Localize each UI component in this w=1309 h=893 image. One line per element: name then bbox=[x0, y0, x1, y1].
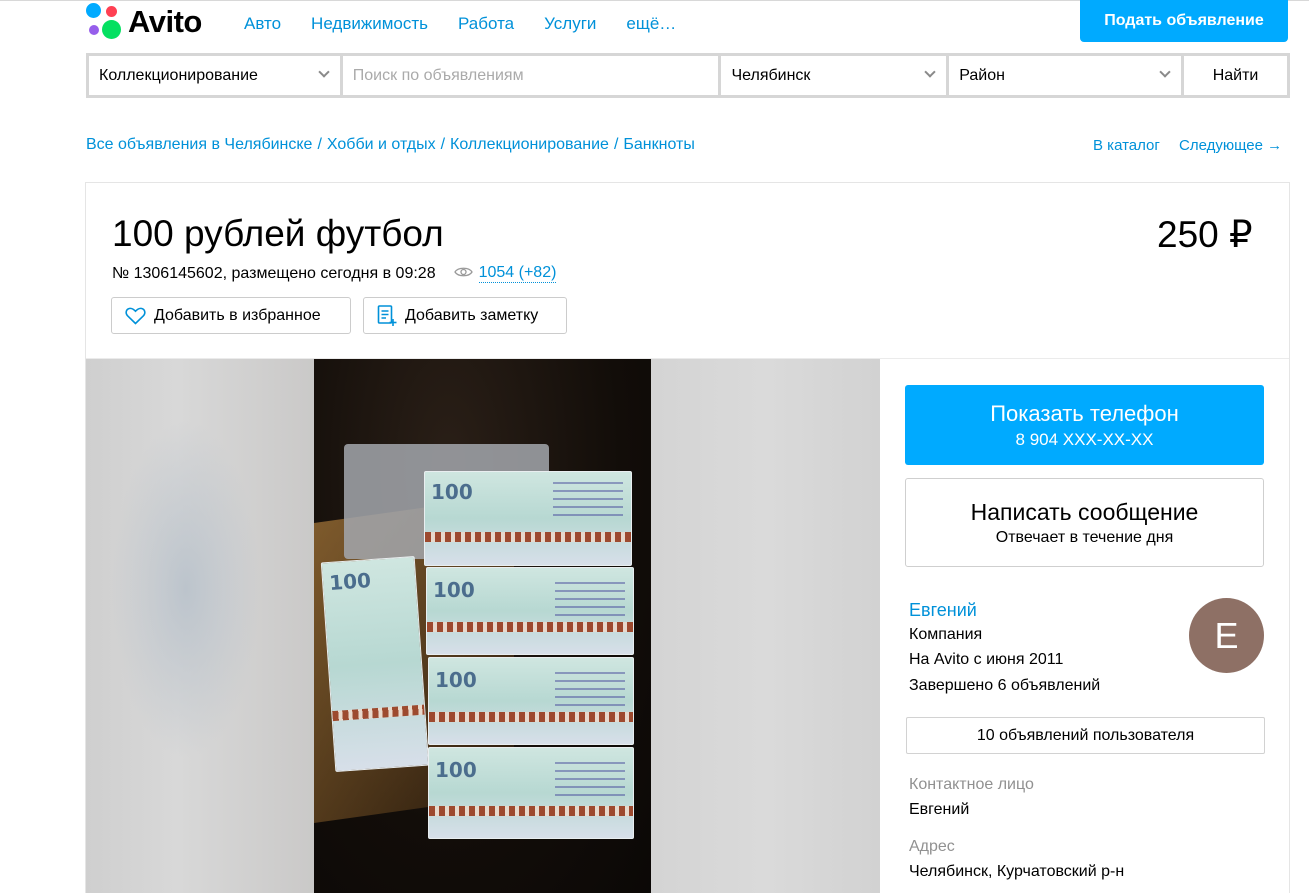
category-select-value: Коллекционирование bbox=[99, 66, 258, 84]
address-label: Адрес bbox=[909, 838, 955, 855]
show-phone-button[interactable]: Показать телефон 8 904 XXX-XX-XX bbox=[905, 385, 1264, 465]
add-to-favorites-label: Добавить в избранное bbox=[154, 306, 321, 324]
breadcrumb-separator: / bbox=[440, 136, 446, 153]
response-time: Отвечает в течение дня bbox=[995, 528, 1174, 546]
chevron-down-icon bbox=[318, 66, 330, 78]
show-phone-label: Показать телефон bbox=[990, 400, 1179, 426]
nav-link-jobs[interactable]: Работа bbox=[458, 14, 514, 34]
nav-link-auto[interactable]: Авто bbox=[244, 14, 281, 34]
search-input-placeholder: Поиск по объявлениям bbox=[352, 66, 524, 84]
banknote-single: 100 bbox=[320, 555, 430, 773]
write-message-label: Написать сообщение bbox=[970, 498, 1199, 525]
banknote-stack: 100 bbox=[424, 471, 632, 566]
banknote-stack: 100 bbox=[428, 747, 634, 839]
chevron-down-icon bbox=[1159, 66, 1171, 78]
logo-text: Avito bbox=[128, 4, 202, 39]
seller-completed: Завершено 6 объявлений bbox=[909, 677, 1101, 694]
find-button[interactable]: Найти bbox=[1184, 56, 1287, 95]
listing-meta: № 1306145602, размещено сегодня в 09:28 … bbox=[112, 264, 557, 283]
user-ads-button[interactable]: 10 объявлений пользователя bbox=[906, 717, 1265, 754]
write-message-button[interactable]: Написать сообщение Отвечает в течение дн… bbox=[905, 478, 1264, 567]
chevron-down-icon bbox=[924, 66, 936, 78]
city-select-value: Челябинск bbox=[731, 66, 811, 84]
search-bar: Коллекционирование Поиск по объявлениям … bbox=[86, 53, 1290, 98]
gallery-blur-left bbox=[86, 359, 314, 893]
nav-link-services[interactable]: Услуги bbox=[544, 14, 596, 34]
city-select[interactable]: Челябинск bbox=[721, 56, 947, 95]
catalog-link[interactable]: В каталог bbox=[1093, 137, 1160, 154]
photo-gallery[interactable]: 100 100 100 100 100 bbox=[86, 359, 880, 893]
nav-link-more[interactable]: ещё… bbox=[626, 14, 676, 34]
address-value: Челябинск, Курчатовский р-н bbox=[909, 863, 1125, 880]
breadcrumb-item[interactable]: Банкноты bbox=[623, 136, 694, 154]
district-select-value: Район bbox=[959, 66, 1005, 84]
breadcrumb-separator: / bbox=[613, 136, 619, 153]
listing-number-date: № 1306145602, размещено сегодня в 09:28 bbox=[112, 264, 436, 282]
listing-photo[interactable]: 100 100 100 100 100 bbox=[314, 359, 651, 893]
search-input[interactable]: Поиск по объявлениям bbox=[342, 56, 719, 95]
phone-number: 8 904 XXX-XX-XX bbox=[1015, 429, 1154, 449]
note-icon bbox=[377, 304, 397, 327]
category-select[interactable]: Коллекционирование bbox=[89, 56, 340, 95]
contact-person-value: Евгений bbox=[909, 801, 970, 818]
post-ad-button[interactable]: Подать объявление bbox=[1080, 0, 1288, 42]
banknote-stack: 100 bbox=[428, 657, 634, 745]
seller-type: Компания bbox=[909, 626, 983, 643]
eye-icon bbox=[453, 265, 473, 283]
main-nav: Авто Недвижимость Работа Услуги ещё… bbox=[244, 14, 676, 34]
breadcrumb: Все объявления в Челябинске / Хобби и от… bbox=[86, 136, 695, 154]
breadcrumb-item[interactable]: Хобби и отдых bbox=[327, 136, 436, 154]
next-listing-link[interactable]: Следующее → bbox=[1179, 137, 1282, 154]
views-count[interactable]: 1054 (+82) bbox=[478, 264, 557, 283]
breadcrumb-item[interactable]: Коллекционирование bbox=[450, 136, 609, 154]
breadcrumb-separator: / bbox=[317, 136, 322, 153]
add-to-favorites-button[interactable]: Добавить в избранное bbox=[111, 297, 351, 334]
avatar[interactable]: E bbox=[1189, 598, 1264, 673]
seller-since: На Avito с июня 2011 bbox=[909, 651, 1064, 668]
banknote-stack: 100 bbox=[426, 567, 634, 655]
listing-title: 100 рублей футбол bbox=[112, 213, 444, 254]
heart-icon bbox=[125, 307, 146, 325]
listing-price: 250 ₽ bbox=[1157, 214, 1253, 255]
nav-link-realty[interactable]: Недвижимость bbox=[311, 14, 428, 34]
district-select[interactable]: Район bbox=[949, 56, 1182, 95]
add-note-label: Добавить заметку bbox=[405, 306, 539, 324]
contact-person-label: Контактное лицо bbox=[909, 776, 1034, 793]
avito-logo[interactable]: Avito bbox=[86, 3, 221, 41]
breadcrumb-item[interactable]: Все объявления в Челябинске bbox=[86, 136, 312, 154]
seller-name-link[interactable]: Евгений bbox=[909, 600, 977, 621]
gallery-blur-right bbox=[651, 359, 880, 893]
logo-dots bbox=[86, 3, 124, 41]
add-note-button[interactable]: Добавить заметку bbox=[363, 297, 567, 334]
